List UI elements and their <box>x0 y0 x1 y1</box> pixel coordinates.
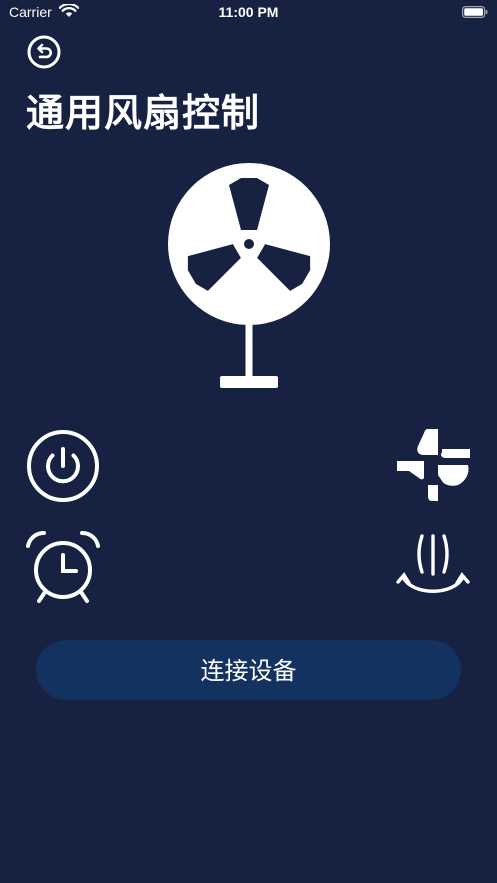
clock-time: 11:00 PM <box>218 4 279 20</box>
swing-airflow-icon <box>396 534 470 593</box>
power-button[interactable] <box>24 427 102 505</box>
back-button[interactable] <box>26 34 62 70</box>
battery-icon <box>462 6 488 18</box>
connect-device-button[interactable]: 连接设备 <box>36 640 461 700</box>
undo-arrow-icon <box>27 35 61 69</box>
page-title: 通用风扇控制 <box>26 91 261 135</box>
power-icon <box>27 430 99 502</box>
status-bar: Carrier 11:00 PM <box>0 0 497 26</box>
wind-mode-button[interactable] <box>394 425 472 503</box>
alarm-clock-icon <box>26 530 100 603</box>
wind-mode-icon <box>397 429 470 501</box>
timer-button[interactable] <box>24 528 102 606</box>
standing-fan-icon <box>168 163 330 388</box>
swing-button[interactable] <box>394 530 472 608</box>
